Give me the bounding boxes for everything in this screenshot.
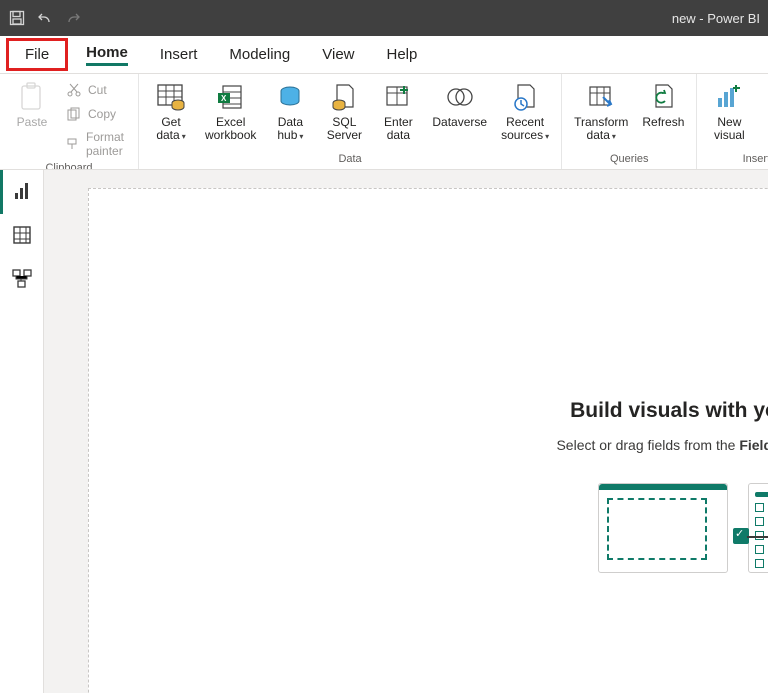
report-canvas-area: Build visuals with your data Select or d… (44, 170, 768, 693)
new-visual-icon (714, 82, 744, 112)
chevron-down-icon: ▾ (182, 132, 186, 141)
scissors-icon (66, 82, 82, 98)
paintbrush-icon (66, 136, 80, 152)
get-data-button[interactable]: Get data▾ (147, 78, 195, 142)
enter-data-icon (383, 82, 413, 112)
recent-sources-button[interactable]: Recent sources▾ (497, 78, 553, 142)
rail-report-view[interactable] (0, 170, 43, 214)
chevron-down-icon: ▾ (545, 132, 549, 141)
tab-home-label: Home (86, 44, 128, 66)
ribbon: Paste Cut Copy Format painter Clipboard (0, 74, 768, 170)
model-view-icon (12, 269, 32, 292)
data-hub-label: Data hub▾ (277, 116, 303, 142)
sql-server-button[interactable]: SQL Server (320, 78, 368, 142)
titlebar: new - Power BI (0, 0, 768, 36)
arrow-icon (747, 536, 768, 538)
placeholder-illustration: ↖ (499, 483, 768, 573)
ribbon-group-data: Get data▾ X Excel workbook Data hub▾ SQL… (139, 74, 562, 169)
quick-access-toolbar (8, 9, 82, 27)
undo-icon[interactable] (36, 9, 54, 27)
tab-insert-label: Insert (160, 46, 198, 63)
tab-file[interactable]: File (6, 38, 68, 71)
cut-button: Cut (62, 80, 130, 100)
ribbon-group-queries: Transform data▾ Refresh Queries (562, 74, 697, 169)
tab-modeling-label: Modeling (229, 46, 290, 63)
data-hub-icon (275, 82, 305, 112)
paste-button: Paste (8, 78, 56, 129)
paste-label: Paste (17, 116, 48, 129)
tab-file-label: File (25, 46, 49, 63)
tab-home[interactable]: Home (70, 36, 144, 73)
tab-modeling[interactable]: Modeling (213, 36, 306, 73)
format-painter-label: Format painter (86, 130, 126, 158)
data-view-icon (12, 225, 32, 248)
transform-data-button[interactable]: Transform data▾ (570, 78, 632, 142)
excel-icon: X (216, 82, 246, 112)
data-group-label: Data (147, 151, 553, 169)
report-page[interactable]: Build visuals with your data Select or d… (88, 188, 768, 693)
left-rail (0, 170, 44, 693)
tab-insert[interactable]: Insert (144, 36, 214, 73)
chevron-down-icon: ▾ (612, 132, 616, 141)
dataverse-icon (445, 82, 475, 112)
refresh-button[interactable]: Refresh (638, 78, 688, 129)
clipboard-icon (17, 82, 47, 112)
placeholder-heading: Build visuals with your data (499, 399, 768, 423)
rail-model-view[interactable] (0, 258, 43, 302)
canvas-placeholder: Build visuals with your data Select or d… (499, 399, 768, 573)
svg-text:X: X (221, 94, 227, 103)
recent-sources-label: Recent sources▾ (501, 116, 549, 142)
ribbon-group-clipboard: Paste Cut Copy Format painter Clipboard (0, 74, 139, 169)
illustration-canvas-icon: ↖ (598, 483, 728, 573)
rail-data-view[interactable] (0, 214, 43, 258)
sql-server-icon (329, 82, 359, 112)
menu-tab-strip: File Home Insert Modeling View Help (0, 36, 768, 74)
tab-help-label: Help (387, 46, 418, 63)
illustration-fields-panel-icon (748, 483, 768, 573)
transform-data-icon (586, 82, 616, 112)
get-data-icon (156, 82, 186, 112)
tab-view-label: View (322, 46, 354, 63)
refresh-label: Refresh (642, 116, 684, 129)
enter-data-label: Enter data (384, 116, 413, 142)
copy-icon (66, 106, 82, 122)
refresh-icon (648, 82, 678, 112)
clipboard-group-label: Clipboard (8, 160, 130, 170)
new-visual-button[interactable]: New visual (705, 78, 753, 142)
enter-data-button[interactable]: Enter data (374, 78, 422, 142)
dataverse-label: Dataverse (432, 116, 487, 129)
ribbon-group-insert: New visual A Text box Insert (697, 74, 768, 169)
cut-label: Cut (88, 83, 107, 97)
sql-server-label: SQL Server (327, 116, 362, 142)
transform-data-label: Transform data▾ (574, 116, 628, 142)
report-view-icon (13, 181, 33, 204)
clipboard-small-items: Cut Copy Format painter (62, 78, 130, 160)
tab-help[interactable]: Help (371, 36, 434, 73)
data-hub-button[interactable]: Data hub▾ (266, 78, 314, 142)
recent-sources-icon (510, 82, 540, 112)
new-visual-label: New visual (714, 116, 745, 142)
text-box-button[interactable]: A Text box (759, 78, 768, 142)
excel-workbook-button[interactable]: X Excel workbook (201, 78, 260, 142)
redo-icon[interactable] (64, 9, 82, 27)
format-painter-button: Format painter (62, 128, 130, 160)
copy-label: Copy (88, 107, 116, 121)
queries-group-label: Queries (570, 151, 688, 169)
tab-view[interactable]: View (306, 36, 370, 73)
save-icon[interactable] (8, 9, 26, 27)
insert-group-label: Insert (705, 151, 768, 169)
copy-button: Copy (62, 104, 130, 124)
placeholder-subtext: Select or drag fields from the Fields pa… (499, 437, 768, 453)
window-title: new - Power BI (672, 11, 760, 26)
chevron-down-icon: ▾ (299, 132, 303, 141)
dataverse-button[interactable]: Dataverse (428, 78, 491, 129)
get-data-label: Get data▾ (156, 116, 185, 142)
excel-workbook-label: Excel workbook (205, 116, 256, 142)
